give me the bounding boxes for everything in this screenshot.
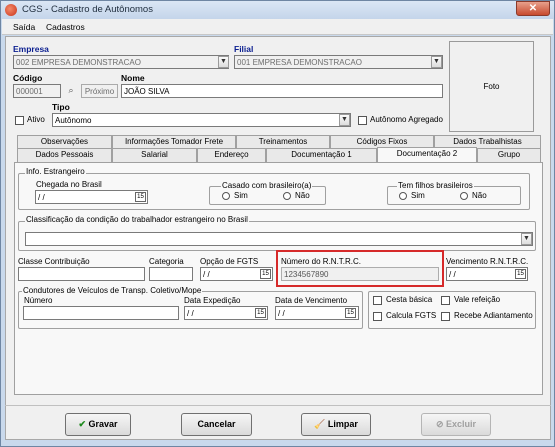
tab-documentacao-1[interactable]: Documentação 1 [266, 148, 377, 162]
empresa-label: Empresa [13, 44, 49, 54]
codigo-label: Código [13, 73, 43, 83]
chegada-input[interactable]: / / [35, 190, 148, 204]
tipo-dropdown-icon[interactable]: ▼ [339, 114, 350, 126]
close-button[interactable]: ✕ [516, 1, 550, 16]
categoria-input[interactable] [149, 267, 193, 281]
tab-endereco[interactable]: Endereço [197, 148, 266, 162]
casado-sim-label: Sim [234, 191, 248, 200]
check-icon: ✔ [78, 419, 86, 429]
main-window: CGS - Cadastro de Autônomos ✕ Saída Cada… [0, 0, 555, 447]
empresa-select[interactable]: 002 EMPRESA DEMONSTRACAO [13, 55, 229, 69]
excluir-button[interactable]: ⊘ Excluir [421, 413, 491, 436]
vale-refeicao-label: Vale refeição [454, 295, 501, 304]
nome-input[interactable]: JOÃO SILVA [121, 84, 443, 98]
calendar-icon[interactable]: 15 [515, 269, 526, 279]
casado-nao-label: Não [295, 191, 310, 200]
gravar-label: Gravar [88, 419, 118, 429]
cancelar-label: Cancelar [197, 419, 236, 429]
tab-treinamentos[interactable]: Treinamentos [236, 135, 330, 149]
filial-label: Filial [234, 44, 254, 54]
menu-cadastros[interactable]: Cadastros [46, 22, 85, 32]
tab-informacoes-tomador[interactable]: Informações Tomador Frete [112, 135, 236, 149]
tab-dados-pessoais[interactable]: Dados Pessoais [17, 148, 112, 162]
nome-label: Nome [121, 73, 145, 83]
recebe-adiantamento-checkbox[interactable] [441, 312, 450, 321]
calendar-icon[interactable]: 15 [260, 269, 271, 279]
tab-salarial[interactable]: Salarial [112, 148, 197, 162]
limpar-label: Limpar [327, 419, 358, 429]
proximo-button[interactable]: Próximo [81, 84, 118, 98]
tipo-select[interactable]: Autônomo [52, 113, 351, 127]
codigo-input[interactable]: 000001 [13, 84, 61, 98]
tab-documentacao-2[interactable]: Documentação 2 [377, 147, 477, 162]
casado-title: Casado com brasileiro(a) [221, 181, 313, 190]
autonomo-agregado-checkbox[interactable] [358, 116, 367, 125]
filhos-sim-label: Sim [411, 191, 425, 200]
calendar-icon[interactable]: 15 [255, 308, 266, 318]
autonomo-agregado-label: Autônomo Agregado [370, 115, 443, 124]
menu-saida[interactable]: Saída [13, 22, 35, 32]
condutores-numero-label: Número [24, 296, 53, 305]
classe-contribuicao-label: Classe Contribuição [18, 257, 90, 266]
calendar-icon[interactable]: 15 [345, 308, 356, 318]
classificacao-title: Classificação da condição do trabalhador… [25, 215, 249, 224]
ativo-checkbox[interactable] [15, 116, 24, 125]
tab-observacoes[interactable]: Observações [17, 135, 112, 149]
button-divider [5, 405, 551, 406]
filhos-nao-label: Não [472, 191, 487, 200]
window-title: CGS - Cadastro de Autônomos [22, 4, 153, 15]
cesta-basica-checkbox[interactable] [373, 296, 382, 305]
filhos-sim-radio[interactable] [399, 192, 407, 200]
calcula-fgts-checkbox[interactable] [373, 312, 382, 321]
recebe-adiantamento-label: Recebe Adiantamento [454, 311, 533, 320]
gravar-button[interactable]: ✔ Gravar [65, 413, 131, 436]
classe-contribuicao-input[interactable] [18, 267, 145, 281]
chegada-label: Chegada no Brasil [36, 180, 102, 189]
rntrc-highlight [276, 250, 444, 287]
categoria-label: Categoria [149, 257, 184, 266]
app-logo-icon [5, 4, 17, 16]
condutores-numero-input[interactable] [23, 306, 179, 320]
binoculars-icon[interactable]: ⌕ [64, 84, 78, 98]
calcula-fgts-label: Calcula FGTS [386, 311, 437, 320]
broom-icon: 🧹 [314, 419, 326, 429]
filhos-title: Tem filhos brasileiros [397, 181, 474, 190]
filhos-nao-radio[interactable] [460, 192, 468, 200]
classificacao-select[interactable] [25, 232, 533, 246]
delete-icon: ⊘ [435, 419, 444, 429]
data-vencimento-label: Data de Vencimento [275, 296, 348, 305]
tipo-label: Tipo [52, 102, 70, 112]
classificacao-dropdown-icon[interactable]: ▼ [521, 233, 532, 245]
opcao-fgts-label: Opção de FGTS [200, 257, 259, 266]
ativo-label: Ativo [27, 115, 45, 124]
info-estrangeiro-title: Info. Estrangeiro [25, 167, 86, 176]
limpar-button[interactable]: 🧹 Limpar [301, 413, 371, 436]
foto-box[interactable]: Foto [449, 41, 534, 132]
tab-grupo[interactable]: Grupo [477, 148, 541, 162]
cancelar-button[interactable]: Cancelar [181, 413, 252, 436]
filial-dropdown-icon[interactable]: ▼ [431, 56, 442, 68]
empresa-dropdown-icon[interactable]: ▼ [218, 56, 229, 68]
excluir-label: Excluir [446, 419, 477, 429]
vale-refeicao-checkbox[interactable] [441, 296, 450, 305]
condutores-title: Condutores de Veículos de Transp. Coleti… [22, 286, 203, 295]
menu-bar: Saída Cadastros [2, 19, 553, 35]
title-bar: CGS - Cadastro de Autônomos ✕ [1, 1, 554, 19]
cesta-basica-label: Cesta básica [386, 295, 433, 304]
casado-nao-radio[interactable] [283, 192, 291, 200]
vencimento-rntrc-label: Vencimento R.N.T.R.C. [446, 257, 529, 266]
filial-select[interactable]: 001 EMPRESA DEMONSTRACAO [234, 55, 443, 69]
casado-sim-radio[interactable] [222, 192, 230, 200]
calendar-icon[interactable]: 15 [135, 192, 146, 202]
data-expedicao-label: Data Expedição [184, 296, 241, 305]
